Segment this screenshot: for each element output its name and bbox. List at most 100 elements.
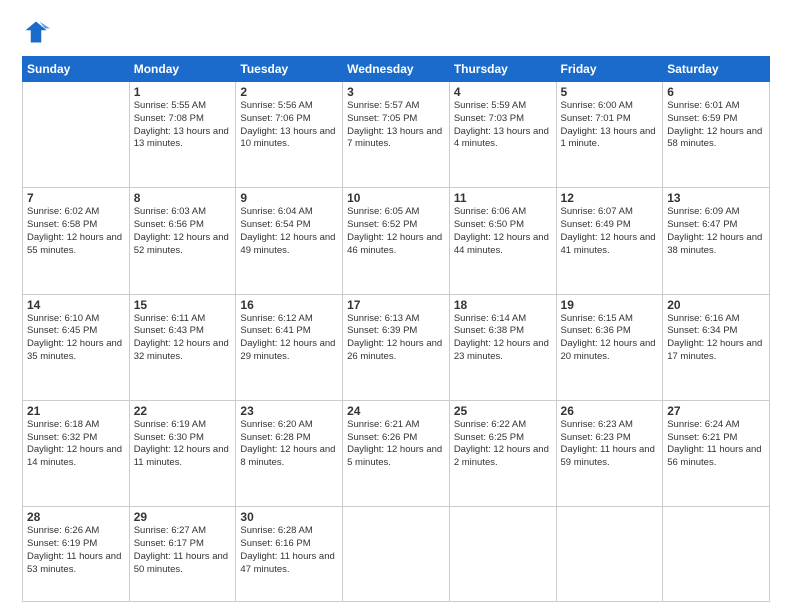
day-info: Sunrise: 6:05 AMSunset: 6:52 PMDaylight:… <box>347 206 445 257</box>
day-number: 23 <box>240 404 338 418</box>
day-info: Sunrise: 6:21 AMSunset: 6:26 PMDaylight:… <box>347 419 445 470</box>
day-info: Sunrise: 6:15 AMSunset: 6:36 PMDaylight:… <box>561 313 659 364</box>
calendar-cell: 24Sunrise: 6:21 AMSunset: 6:26 PMDayligh… <box>343 400 450 506</box>
calendar-cell: 18Sunrise: 6:14 AMSunset: 6:38 PMDayligh… <box>449 294 556 400</box>
calendar-cell <box>343 507 450 602</box>
calendar-cell: 8Sunrise: 6:03 AMSunset: 6:56 PMDaylight… <box>129 188 236 294</box>
day-info: Sunrise: 6:16 AMSunset: 6:34 PMDaylight:… <box>667 313 765 364</box>
day-info: Sunrise: 6:09 AMSunset: 6:47 PMDaylight:… <box>667 206 765 257</box>
calendar-cell: 1Sunrise: 5:55 AMSunset: 7:08 PMDaylight… <box>129 82 236 188</box>
calendar-cell: 12Sunrise: 6:07 AMSunset: 6:49 PMDayligh… <box>556 188 663 294</box>
day-info: Sunrise: 6:26 AMSunset: 6:19 PMDaylight:… <box>27 525 125 576</box>
logo <box>22 18 54 46</box>
calendar-cell: 22Sunrise: 6:19 AMSunset: 6:30 PMDayligh… <box>129 400 236 506</box>
day-info: Sunrise: 6:11 AMSunset: 6:43 PMDaylight:… <box>134 313 232 364</box>
day-info: Sunrise: 6:01 AMSunset: 6:59 PMDaylight:… <box>667 100 765 151</box>
day-info: Sunrise: 6:24 AMSunset: 6:21 PMDaylight:… <box>667 419 765 470</box>
day-info: Sunrise: 6:04 AMSunset: 6:54 PMDaylight:… <box>240 206 338 257</box>
day-info: Sunrise: 6:14 AMSunset: 6:38 PMDaylight:… <box>454 313 552 364</box>
calendar-cell: 27Sunrise: 6:24 AMSunset: 6:21 PMDayligh… <box>663 400 770 506</box>
calendar-cell: 30Sunrise: 6:28 AMSunset: 6:16 PMDayligh… <box>236 507 343 602</box>
day-number: 4 <box>454 85 552 99</box>
day-info: Sunrise: 6:02 AMSunset: 6:58 PMDaylight:… <box>27 206 125 257</box>
day-info: Sunrise: 6:18 AMSunset: 6:32 PMDaylight:… <box>27 419 125 470</box>
calendar-cell <box>663 507 770 602</box>
day-info: Sunrise: 6:19 AMSunset: 6:30 PMDaylight:… <box>134 419 232 470</box>
day-number: 21 <box>27 404 125 418</box>
day-info: Sunrise: 6:07 AMSunset: 6:49 PMDaylight:… <box>561 206 659 257</box>
week-row-5: 28Sunrise: 6:26 AMSunset: 6:19 PMDayligh… <box>23 507 770 602</box>
calendar-cell <box>449 507 556 602</box>
day-number: 9 <box>240 191 338 205</box>
calendar-cell: 25Sunrise: 6:22 AMSunset: 6:25 PMDayligh… <box>449 400 556 506</box>
calendar-cell: 2Sunrise: 5:56 AMSunset: 7:06 PMDaylight… <box>236 82 343 188</box>
weekday-header-friday: Friday <box>556 57 663 82</box>
calendar-cell: 14Sunrise: 6:10 AMSunset: 6:45 PMDayligh… <box>23 294 130 400</box>
day-number: 6 <box>667 85 765 99</box>
calendar-cell: 19Sunrise: 6:15 AMSunset: 6:36 PMDayligh… <box>556 294 663 400</box>
day-number: 19 <box>561 298 659 312</box>
calendar-cell: 28Sunrise: 6:26 AMSunset: 6:19 PMDayligh… <box>23 507 130 602</box>
day-info: Sunrise: 5:56 AMSunset: 7:06 PMDaylight:… <box>240 100 338 151</box>
day-number: 22 <box>134 404 232 418</box>
weekday-header-wednesday: Wednesday <box>343 57 450 82</box>
week-row-3: 14Sunrise: 6:10 AMSunset: 6:45 PMDayligh… <box>23 294 770 400</box>
calendar-cell: 26Sunrise: 6:23 AMSunset: 6:23 PMDayligh… <box>556 400 663 506</box>
day-number: 8 <box>134 191 232 205</box>
day-number: 13 <box>667 191 765 205</box>
day-info: Sunrise: 6:27 AMSunset: 6:17 PMDaylight:… <box>134 525 232 576</box>
calendar-cell: 17Sunrise: 6:13 AMSunset: 6:39 PMDayligh… <box>343 294 450 400</box>
day-number: 24 <box>347 404 445 418</box>
week-row-1: 1Sunrise: 5:55 AMSunset: 7:08 PMDaylight… <box>23 82 770 188</box>
weekday-header-monday: Monday <box>129 57 236 82</box>
day-number: 5 <box>561 85 659 99</box>
day-info: Sunrise: 6:20 AMSunset: 6:28 PMDaylight:… <box>240 419 338 470</box>
page: SundayMondayTuesdayWednesdayThursdayFrid… <box>0 0 792 612</box>
weekday-header-thursday: Thursday <box>449 57 556 82</box>
calendar-cell: 3Sunrise: 5:57 AMSunset: 7:05 PMDaylight… <box>343 82 450 188</box>
day-number: 2 <box>240 85 338 99</box>
day-info: Sunrise: 6:12 AMSunset: 6:41 PMDaylight:… <box>240 313 338 364</box>
day-number: 12 <box>561 191 659 205</box>
logo-icon <box>22 18 50 46</box>
day-info: Sunrise: 5:59 AMSunset: 7:03 PMDaylight:… <box>454 100 552 151</box>
calendar-cell: 15Sunrise: 6:11 AMSunset: 6:43 PMDayligh… <box>129 294 236 400</box>
calendar-cell: 21Sunrise: 6:18 AMSunset: 6:32 PMDayligh… <box>23 400 130 506</box>
calendar-cell: 20Sunrise: 6:16 AMSunset: 6:34 PMDayligh… <box>663 294 770 400</box>
week-row-2: 7Sunrise: 6:02 AMSunset: 6:58 PMDaylight… <box>23 188 770 294</box>
week-row-4: 21Sunrise: 6:18 AMSunset: 6:32 PMDayligh… <box>23 400 770 506</box>
calendar-cell: 13Sunrise: 6:09 AMSunset: 6:47 PMDayligh… <box>663 188 770 294</box>
day-info: Sunrise: 5:57 AMSunset: 7:05 PMDaylight:… <box>347 100 445 151</box>
weekday-header-row: SundayMondayTuesdayWednesdayThursdayFrid… <box>23 57 770 82</box>
calendar-cell <box>556 507 663 602</box>
weekday-header-saturday: Saturday <box>663 57 770 82</box>
day-number: 26 <box>561 404 659 418</box>
day-info: Sunrise: 6:10 AMSunset: 6:45 PMDaylight:… <box>27 313 125 364</box>
day-number: 7 <box>27 191 125 205</box>
day-info: Sunrise: 6:00 AMSunset: 7:01 PMDaylight:… <box>561 100 659 151</box>
day-info: Sunrise: 5:55 AMSunset: 7:08 PMDaylight:… <box>134 100 232 151</box>
day-number: 1 <box>134 85 232 99</box>
day-number: 28 <box>27 510 125 524</box>
calendar-cell: 16Sunrise: 6:12 AMSunset: 6:41 PMDayligh… <box>236 294 343 400</box>
calendar-cell: 9Sunrise: 6:04 AMSunset: 6:54 PMDaylight… <box>236 188 343 294</box>
day-number: 11 <box>454 191 552 205</box>
weekday-header-tuesday: Tuesday <box>236 57 343 82</box>
day-info: Sunrise: 6:03 AMSunset: 6:56 PMDaylight:… <box>134 206 232 257</box>
day-info: Sunrise: 6:23 AMSunset: 6:23 PMDaylight:… <box>561 419 659 470</box>
day-number: 20 <box>667 298 765 312</box>
calendar-cell: 5Sunrise: 6:00 AMSunset: 7:01 PMDaylight… <box>556 82 663 188</box>
day-info: Sunrise: 6:28 AMSunset: 6:16 PMDaylight:… <box>240 525 338 576</box>
day-number: 25 <box>454 404 552 418</box>
day-number: 30 <box>240 510 338 524</box>
day-info: Sunrise: 6:06 AMSunset: 6:50 PMDaylight:… <box>454 206 552 257</box>
header <box>22 18 770 46</box>
calendar-cell: 23Sunrise: 6:20 AMSunset: 6:28 PMDayligh… <box>236 400 343 506</box>
day-number: 15 <box>134 298 232 312</box>
day-number: 27 <box>667 404 765 418</box>
calendar-cell: 29Sunrise: 6:27 AMSunset: 6:17 PMDayligh… <box>129 507 236 602</box>
calendar-cell: 11Sunrise: 6:06 AMSunset: 6:50 PMDayligh… <box>449 188 556 294</box>
weekday-header-sunday: Sunday <box>23 57 130 82</box>
day-number: 16 <box>240 298 338 312</box>
calendar-cell: 10Sunrise: 6:05 AMSunset: 6:52 PMDayligh… <box>343 188 450 294</box>
